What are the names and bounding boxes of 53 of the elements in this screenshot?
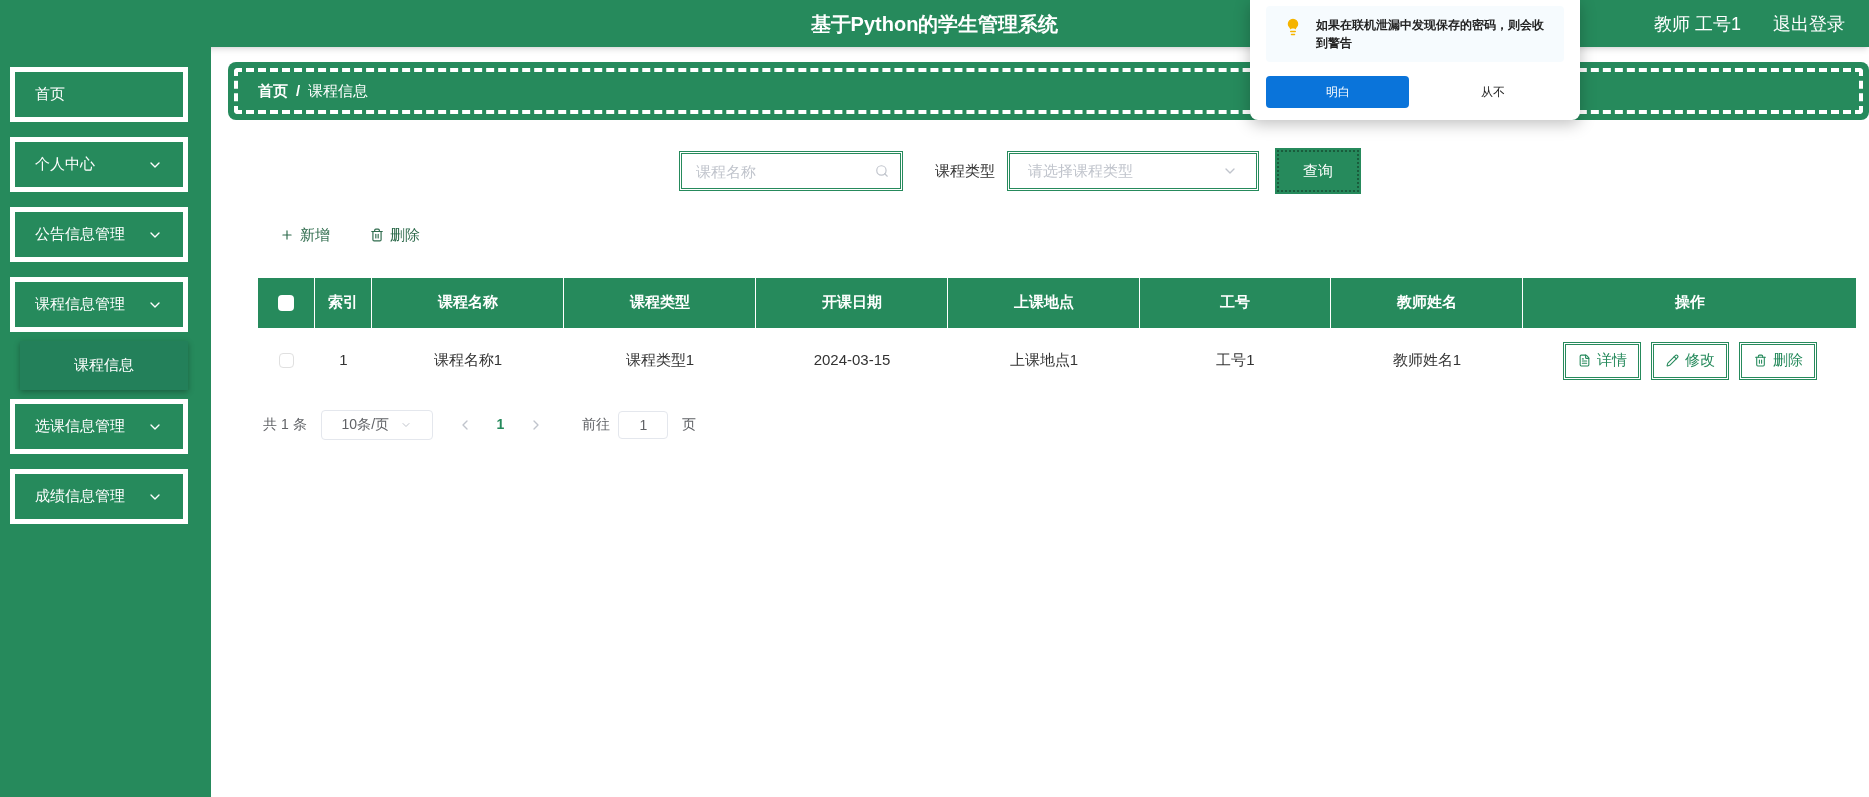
user-label: 教师 工号1	[1654, 12, 1741, 36]
page-number[interactable]: 1	[486, 414, 515, 435]
table-cell-text: 课程名称1	[432, 350, 504, 371]
goto-page-field[interactable]: 1	[618, 410, 669, 439]
select-all-checkbox[interactable]	[278, 294, 294, 311]
course-name-field[interactable]: 课程名称	[678, 151, 903, 191]
edit-button[interactable]: 修改	[1651, 341, 1729, 380]
details-button[interactable]: 详情	[1563, 341, 1641, 380]
goto-suffix: 页	[682, 415, 697, 434]
logout-link[interactable]: 退出登录	[1773, 9, 1845, 38]
table-cell-text: 1	[338, 350, 349, 371]
total-count: 共 1 条	[263, 415, 307, 434]
goto-label: 前往	[582, 415, 611, 434]
row-checkbox[interactable]	[279, 353, 294, 368]
add-button[interactable]: 新增	[280, 224, 330, 247]
trash-icon	[1753, 354, 1767, 367]
plus-icon	[280, 228, 294, 243]
sidebar-item[interactable]: 课程信息管理	[10, 277, 188, 332]
sidebar-item[interactable]: 首页	[10, 67, 188, 122]
column-header: 课程类型	[564, 277, 756, 328]
popup-message: 如果在联机泄漏中发现保存的密码，则会收到警告	[1316, 17, 1545, 52]
sidebar-item[interactable]: 选课信息管理	[10, 399, 188, 454]
pencil-icon	[1665, 354, 1679, 367]
trash-icon	[370, 228, 384, 243]
breadcrumb-link[interactable]: 首页	[258, 79, 288, 103]
breadcrumb-separator: /	[296, 80, 301, 101]
sidebar-subitem[interactable]: 课程信息	[20, 341, 188, 390]
table-cell-text: 教师姓名1	[1391, 350, 1463, 371]
page-size-select[interactable]: 10条/页	[320, 409, 433, 440]
column-header: 教师姓名	[1331, 277, 1523, 328]
delete-button[interactable]: 删除	[1739, 341, 1817, 380]
sidebar-item[interactable]: 公告信息管理	[10, 207, 188, 262]
column-header: 课程名称	[372, 277, 564, 328]
table-cell-text: 课程类型1	[624, 350, 696, 371]
table-cell-text: 2024-03-15	[812, 350, 892, 371]
confirm-button[interactable]: 明白	[1266, 76, 1409, 108]
column-header: 开课日期	[756, 277, 948, 328]
never-button[interactable]: 从不	[1421, 76, 1564, 108]
column-header: 上课地点	[948, 277, 1140, 328]
column-header: 工号	[1140, 277, 1331, 328]
query-button[interactable]: 查询	[1276, 150, 1359, 192]
sidebar-item[interactable]: 个人中心	[10, 137, 188, 192]
course-type-label: 课程类型	[934, 160, 995, 181]
delete-button[interactable]: 删除	[370, 224, 420, 247]
column-header: 操作	[1523, 277, 1857, 328]
app-title: 基于Python的学生管理系统	[810, 11, 1059, 37]
column-header: 索引	[315, 277, 372, 328]
sidebar-item[interactable]: 成绩信息管理	[10, 469, 188, 524]
breadcrumb-link[interactable]: 课程信息	[308, 79, 369, 103]
table-cell-text: 上课地点1	[1008, 350, 1080, 371]
table-cell-text: 工号1	[1215, 350, 1256, 371]
search-icon	[874, 164, 889, 178]
document-icon	[1577, 354, 1591, 367]
